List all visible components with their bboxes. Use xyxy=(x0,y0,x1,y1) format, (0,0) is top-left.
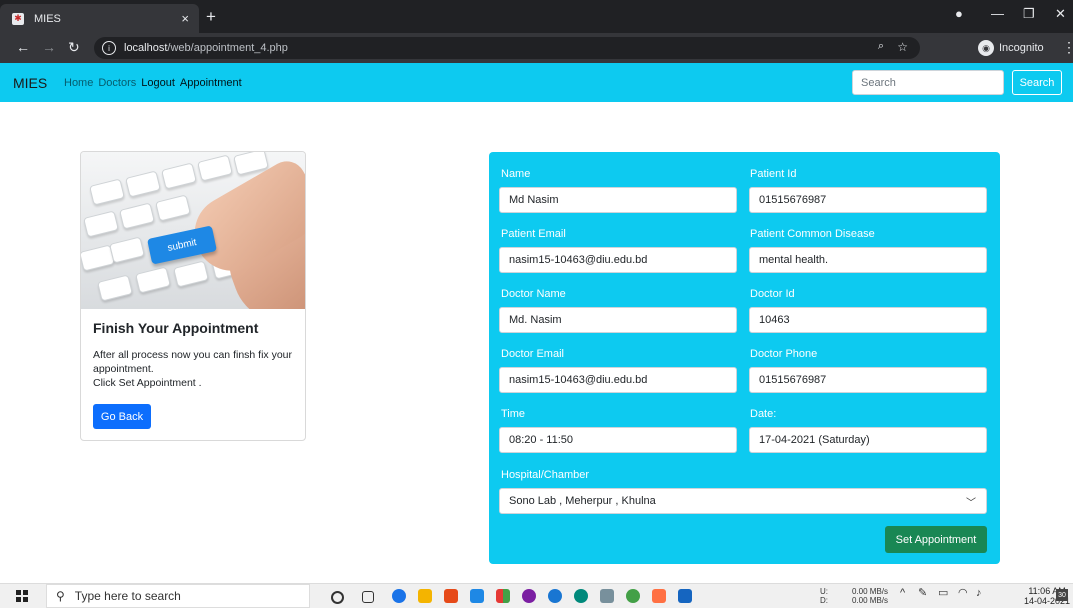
taskbar-search-placeholder: Type here to search xyxy=(74,589,181,603)
nav-links: Home Doctors Logout Appointment xyxy=(64,77,242,89)
doctor-name-label: Doctor Name xyxy=(501,288,566,300)
set-appointment-button[interactable]: Set Appointment xyxy=(885,526,987,553)
doctor-name-field[interactable]: Md. Nasim xyxy=(499,307,737,333)
hospital-label: Hospital/Chamber xyxy=(501,469,590,481)
messenger-icon[interactable] xyxy=(522,589,536,603)
site-navbar: MIES Home Doctors Logout Appointment Sea… xyxy=(0,63,1073,102)
patient-id-field[interactable]: 01515676987 xyxy=(749,187,987,213)
patient-email-label: Patient Email xyxy=(501,228,566,240)
hospital-select-value: Sono Lab , Meherpur , Khulna xyxy=(509,495,656,507)
chevron-down-icon: ﹀ xyxy=(966,498,976,509)
windows-start-icon[interactable] xyxy=(16,590,28,602)
hospital-select[interactable]: Sono Lab , Meherpur , Khulna ﹀ xyxy=(499,488,987,514)
browser-menu-icon[interactable]: ⋮ xyxy=(1062,39,1073,56)
go-back-button[interactable]: Go Back xyxy=(93,404,151,429)
notification-icon[interactable]: 30 xyxy=(1056,589,1068,601)
time-label: Time xyxy=(501,408,526,420)
search-button[interactable]: Search xyxy=(1012,70,1062,95)
search-icon: ⚲ xyxy=(56,589,65,603)
nav-link-logout[interactable]: Logout xyxy=(141,77,175,89)
back-icon[interactable]: ← xyxy=(16,39,30,55)
task-view-icon[interactable] xyxy=(362,591,374,603)
pen-icon[interactable]: ✎ xyxy=(918,588,927,599)
minimize-icon[interactable]: — xyxy=(991,6,1004,21)
forward-icon[interactable]: → xyxy=(42,39,56,55)
disease-label: Patient Common Disease xyxy=(750,228,875,240)
close-tab-icon[interactable]: × xyxy=(181,11,189,26)
doctor-email-label: Doctor Email xyxy=(501,348,564,360)
chrome-icon[interactable] xyxy=(392,589,406,603)
profile-icon[interactable]: ● xyxy=(955,6,963,21)
incognito-badge[interactable]: ◉ Incognito xyxy=(978,38,1044,58)
word-icon[interactable] xyxy=(678,589,692,603)
net-up-label: U: xyxy=(820,587,828,596)
tray-expand-icon[interactable]: ^ xyxy=(900,588,905,599)
net-down-value: 0.00 MB/s xyxy=(852,596,889,605)
wifi-icon[interactable]: ◠ xyxy=(958,588,968,599)
window-close-icon[interactable]: ✕ xyxy=(1055,6,1066,22)
restore-icon[interactable]: ❐ xyxy=(1023,6,1035,22)
nav-link-appointment[interactable]: Appointment xyxy=(180,77,242,89)
doctor-email-field[interactable]: nasim15-10463@diu.edu.bd xyxy=(499,367,737,393)
vscode-icon[interactable] xyxy=(470,589,484,603)
card-title: Finish Your Appointment xyxy=(93,320,259,336)
zoom-icon[interactable]: ⌕ xyxy=(878,40,884,53)
brand-logo[interactable]: MIES xyxy=(13,75,47,91)
net-speed: 0.00 MB/s 0.00 MB/s xyxy=(852,587,888,605)
doctor-phone-field[interactable]: 01515676987 xyxy=(749,367,987,393)
volume-icon[interactable]: ♪ xyxy=(976,588,982,599)
windows-taskbar: ⚲ Type here to search U: D: 0.00 MB/s 0.… xyxy=(0,583,1073,608)
incognito-icon: ◉ xyxy=(978,40,994,56)
chrome-profile-icon[interactable] xyxy=(548,589,562,603)
doctor-phone-label: Doctor Phone xyxy=(750,348,818,360)
card-text: After all process now you can finsh fix … xyxy=(93,348,293,390)
sublime-icon[interactable] xyxy=(444,589,458,603)
time-field[interactable]: 08:20 - 11:50 xyxy=(499,427,737,453)
browser-tab-bar: ✱ MIES × + ● — ❐ ✕ xyxy=(0,0,1073,33)
favicon-icon: ✱ xyxy=(12,12,24,25)
taskbar-search-box[interactable]: ⚲ Type here to search xyxy=(46,584,310,608)
tab-title: MIES xyxy=(34,12,61,25)
store-icon[interactable] xyxy=(496,589,510,603)
patient-id-label: Patient Id xyxy=(750,168,797,180)
date-label: Date: xyxy=(750,408,777,420)
site-info-icon[interactable]: i xyxy=(102,41,116,55)
search-input[interactable]: Search xyxy=(852,70,1004,95)
net-up-value: 0.00 MB/s xyxy=(852,587,889,596)
doctor-id-field[interactable]: 10463 xyxy=(749,307,987,333)
cortana-icon[interactable] xyxy=(331,591,344,604)
net-down-label: D: xyxy=(820,596,828,605)
new-tab-button[interactable]: + xyxy=(206,7,216,27)
disease-field[interactable]: mental health. xyxy=(749,247,987,273)
patient-email-field[interactable]: nasim15-10463@diu.edu.bd xyxy=(499,247,737,273)
card-text-line1: After all process now you can finsh fix … xyxy=(93,349,293,375)
keyboard-submit-image: submit xyxy=(81,152,305,309)
date-field[interactable]: 17-04-2021 (Saturday) xyxy=(749,427,987,453)
address-bar-row: ← → ↻ i localhost/web/appointment_4.php … xyxy=(0,33,1073,63)
bookmark-star-icon[interactable]: ☆ xyxy=(897,40,908,54)
url-text: localhost/web/appointment_4.php xyxy=(124,42,288,54)
photos-icon[interactable] xyxy=(600,589,614,603)
card-text-line2: Click Set Appointment . xyxy=(93,377,202,389)
doctor-id-label: Doctor Id xyxy=(750,288,795,300)
name-field[interactable]: Md Nasim xyxy=(499,187,737,213)
finish-appointment-card: submit Finish Your Appointment After all… xyxy=(80,151,306,441)
url-field[interactable]: i localhost/web/appointment_4.php ⌕ ☆ xyxy=(94,37,920,59)
nav-link-doctors[interactable]: Doctors xyxy=(98,77,136,89)
name-label: Name xyxy=(501,168,531,180)
whatsapp-icon[interactable] xyxy=(626,589,640,603)
appointment-form: Name Md Nasim Patient Id 01515676987 Pat… xyxy=(489,152,1000,564)
nav-link-home[interactable]: Home xyxy=(64,77,93,89)
browser-tab[interactable]: ✱ MIES × xyxy=(0,4,199,33)
incognito-label: Incognito xyxy=(999,42,1044,54)
reload-icon[interactable]: ↻ xyxy=(68,39,80,56)
net-labels: U: D: xyxy=(820,587,828,605)
battery-icon[interactable]: ▭ xyxy=(938,588,948,599)
file-explorer-icon[interactable] xyxy=(418,589,432,603)
xampp-icon[interactable] xyxy=(652,589,666,603)
chrome-app-icon[interactable] xyxy=(574,589,588,603)
